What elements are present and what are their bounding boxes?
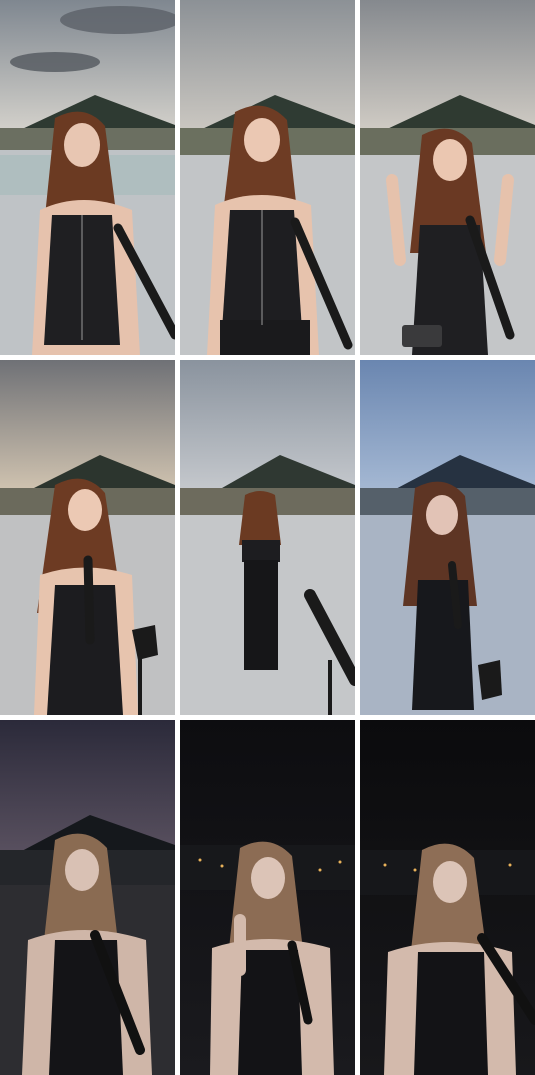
frame-5-photo (180, 360, 355, 715)
frame-2-photo (180, 0, 355, 355)
phone (402, 325, 442, 347)
frame-3 (360, 0, 535, 355)
frame-9-photo (360, 720, 535, 1075)
frame-5 (180, 360, 355, 715)
face (64, 123, 100, 167)
frame-2 (180, 0, 355, 355)
frame-7 (0, 720, 175, 1075)
frame-1-photo (0, 0, 175, 355)
photo-collage (0, 0, 535, 1075)
frame-4 (0, 360, 175, 715)
frame-8-photo (180, 720, 355, 1075)
frame-8 (180, 720, 355, 1075)
frame-9 (360, 720, 535, 1075)
frame-3-photo (360, 0, 535, 355)
frame-6 (360, 360, 535, 715)
frame-4-photo (0, 360, 175, 715)
frame-6-photo (360, 360, 535, 715)
frame-1 (0, 0, 175, 355)
frame-7-photo (0, 720, 175, 1075)
